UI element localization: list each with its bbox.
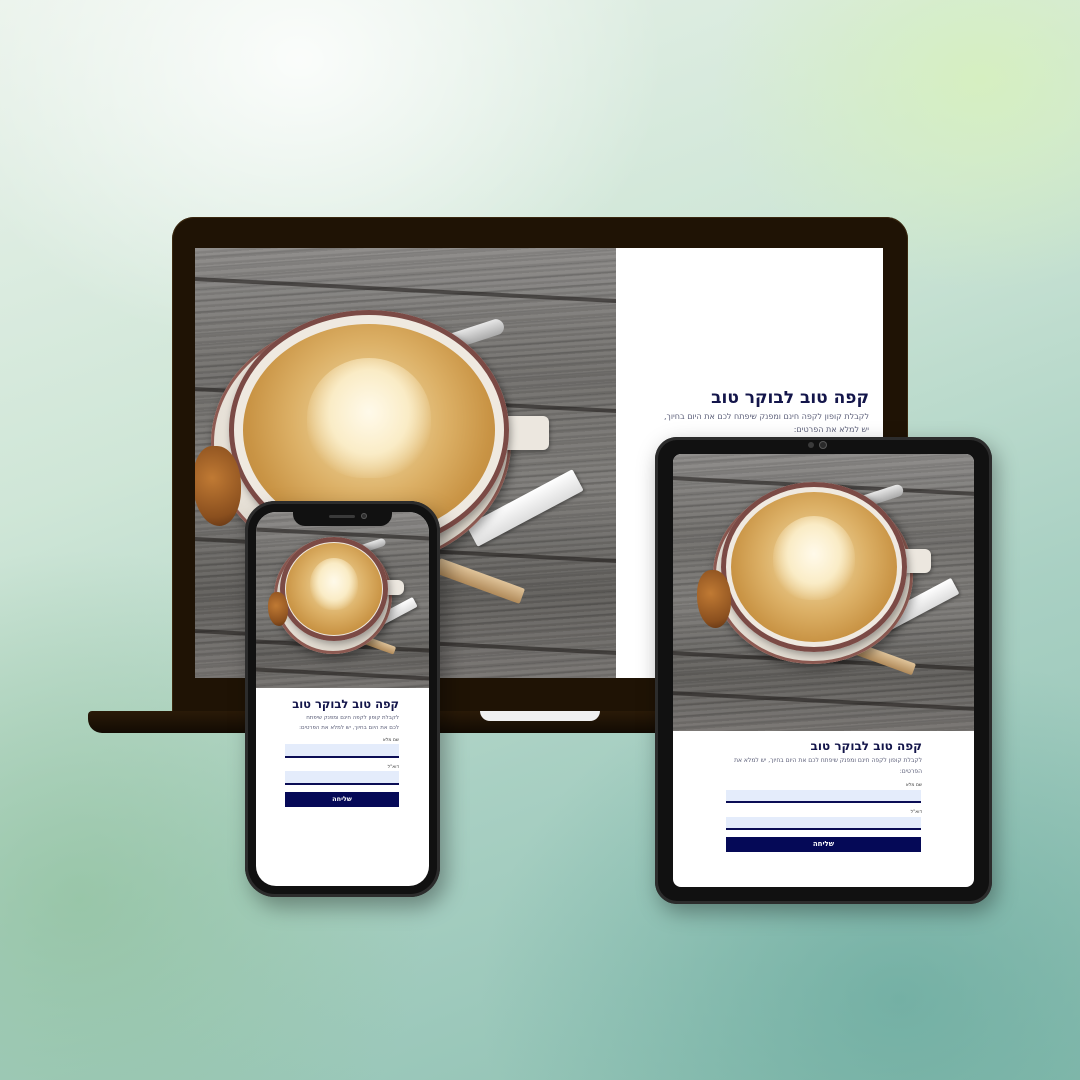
phone-notch: [293, 510, 392, 526]
phone-coffee-photo: [256, 512, 429, 688]
tablet-intro-text-line1: לקבלת קופון לקפה חינם ומפנק שיפתח לכם את…: [734, 757, 922, 764]
tablet-coffee-photo: [673, 454, 974, 731]
tablet-mockup: קפה טוב לבוקר טוב לקבלת קופון לקפה חינם …: [655, 437, 992, 904]
tablet-submit-button[interactable]: שליחה: [726, 837, 921, 852]
phone-camera-icon: [361, 513, 367, 519]
phone-email-label: דוא"ל: [387, 765, 399, 770]
phone-name-label: שם מלא: [382, 738, 399, 743]
tablet-camera-icon: [819, 441, 827, 449]
tablet-name-field[interactable]: [726, 790, 921, 803]
phone-mockup: קפה טוב לבוקר טוב לקבלת קופון לקפה חינם …: [245, 501, 440, 897]
tablet-screen: קפה טוב לבוקר טוב לקבלת קופון לקפה חינם …: [673, 454, 974, 887]
phone-email-field[interactable]: [285, 771, 399, 785]
laptop-page-title: קפה טוב לבוקר טוב: [711, 388, 869, 408]
phone-intro-text-line1: לקבלת קופון לקפה חינם ומפנק שיפתח: [306, 715, 399, 721]
laptop-trackpad-notch: [480, 711, 600, 721]
phone-speaker-icon: [329, 515, 355, 518]
tablet-camera-icon: [808, 442, 814, 448]
phone-intro-text-line2: לכם את היום בחיוך, יש למלא את הפרטים:: [299, 725, 399, 731]
tablet-email-field[interactable]: [726, 817, 921, 830]
tablet-intro-text-line2: הפרטים:: [899, 768, 922, 775]
tablet-name-label: שם מלא: [905, 783, 922, 788]
phone-screen: קפה טוב לבוקר טוב לקבלת קופון לקפה חינם …: [256, 512, 429, 886]
tablet-page-title: קפה טוב לבוקר טוב: [810, 739, 922, 753]
phone-page-title: קפה טוב לבוקר טוב: [292, 697, 399, 711]
laptop-intro-text-line2: יש למלא את הפרטים:: [793, 425, 869, 434]
laptop-intro-text-line1: לקבלת קופון לקפה חינם ומפנק שיפתח לכם את…: [663, 412, 869, 421]
phone-name-field[interactable]: [285, 744, 399, 758]
phone-submit-button[interactable]: שליחה: [285, 792, 399, 807]
tablet-email-label: דוא"ל: [910, 810, 922, 815]
